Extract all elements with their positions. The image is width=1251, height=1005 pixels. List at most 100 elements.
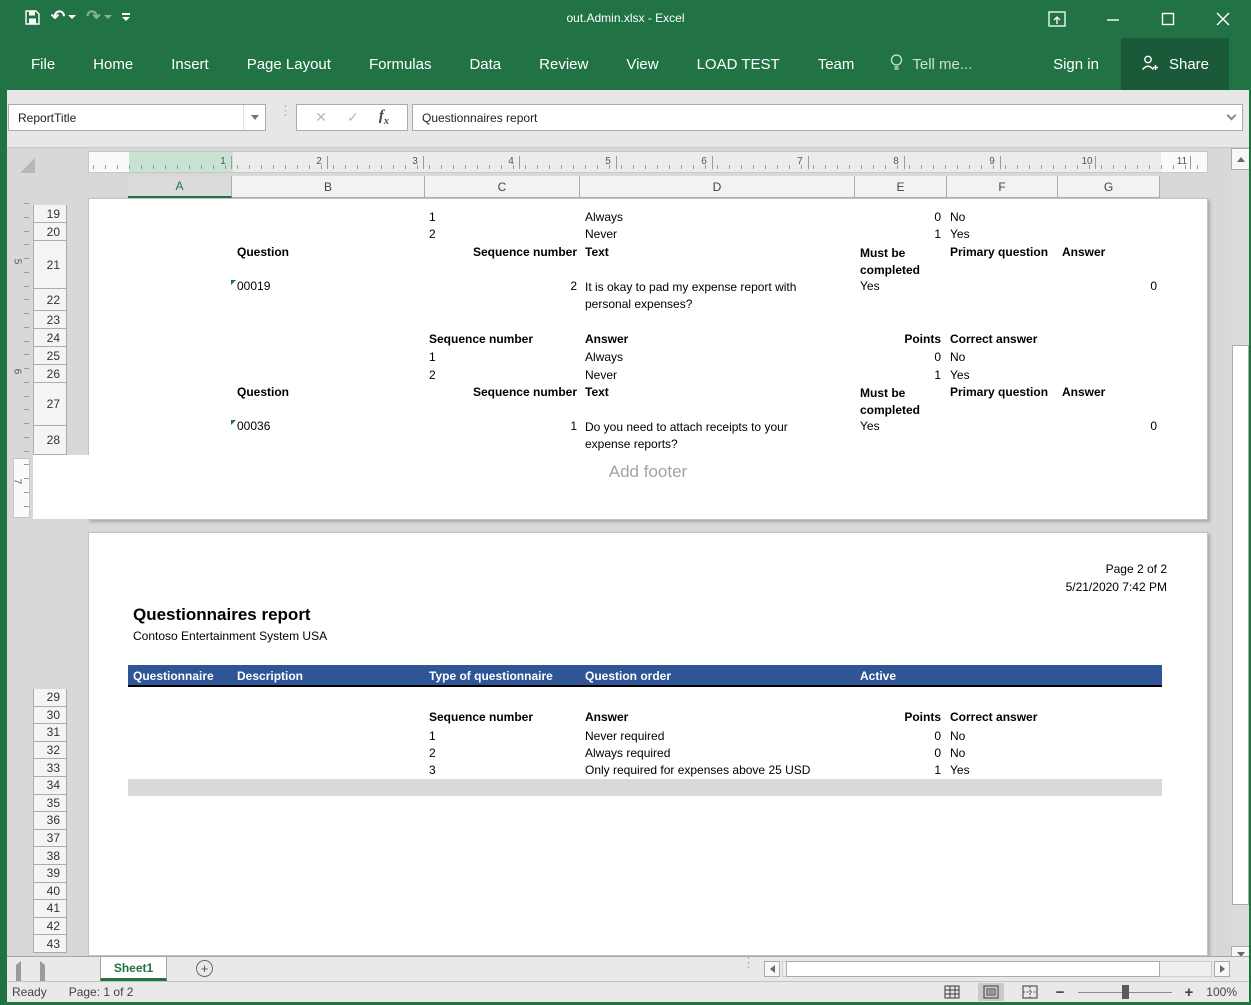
row-header-27[interactable]: 27: [33, 383, 67, 426]
page-2[interactable]: [88, 532, 1208, 956]
ribbon-tab-review[interactable]: Review: [520, 38, 607, 90]
cell[interactable]: Answer: [585, 332, 628, 347]
cell[interactable]: 1: [570, 419, 577, 434]
cell[interactable]: Correct answer: [950, 710, 1037, 725]
share-button[interactable]: Share: [1121, 38, 1229, 90]
cell[interactable]: 3: [429, 763, 436, 778]
cell[interactable]: Points: [904, 710, 941, 725]
cell[interactable]: Type of questionnaire: [429, 669, 553, 684]
vertical-scrollbar-thumb[interactable]: [1232, 345, 1249, 905]
page-break-preview-button[interactable]: [1017, 983, 1043, 1001]
cell[interactable]: Only required for expenses above 25 USD: [585, 763, 810, 778]
select-all-corner[interactable]: [20, 158, 35, 173]
cell[interactable]: Active: [860, 669, 896, 684]
save-icon[interactable]: [24, 9, 41, 26]
cell[interactable]: 2: [570, 279, 577, 294]
zoom-level[interactable]: 100%: [1206, 985, 1237, 999]
row-header-42[interactable]: 42: [33, 918, 67, 936]
ribbon-tab-home[interactable]: Home: [74, 38, 152, 90]
cell[interactable]: Text: [585, 245, 609, 260]
row-header-19[interactable]: 19: [33, 205, 67, 223]
cell[interactable]: Sequence number: [429, 332, 533, 347]
cell[interactable]: No: [950, 210, 965, 225]
name-box-value[interactable]: ReportTitle: [9, 111, 243, 125]
row-header-26[interactable]: 26: [33, 365, 67, 383]
row-header-35[interactable]: 35: [33, 795, 67, 813]
column-header-a[interactable]: A: [128, 176, 232, 198]
formula-input[interactable]: Questionnaires report: [412, 104, 1243, 131]
cell[interactable]: Yes: [950, 763, 970, 778]
cell[interactable]: Must be completed: [860, 245, 938, 279]
ribbon-tab-team[interactable]: Team: [799, 38, 874, 90]
cell[interactable]: Text: [585, 385, 609, 400]
row-header-41[interactable]: 41: [33, 900, 67, 918]
cell[interactable]: Always required: [585, 746, 670, 761]
ribbon-tab-file[interactable]: File: [12, 38, 74, 90]
cell[interactable]: Do you need to attach receipts to your e…: [585, 419, 825, 453]
undo-dropdown-icon[interactable]: [68, 15, 76, 19]
report-subtitle-cell[interactable]: Contoso Entertainment System USA: [133, 629, 327, 643]
normal-view-button[interactable]: [939, 983, 965, 1001]
zoom-in-button[interactable]: +: [1185, 985, 1194, 1000]
cell[interactable]: 0: [934, 729, 941, 744]
row-header-32[interactable]: 32: [33, 742, 67, 760]
expand-formula-bar-icon[interactable]: [1220, 116, 1242, 119]
cell[interactable]: Yes: [860, 419, 880, 434]
row-header-22[interactable]: 22: [33, 289, 67, 311]
ribbon-tab-view[interactable]: View: [607, 38, 677, 90]
insert-function-icon[interactable]: fx: [379, 108, 389, 127]
column-header-e[interactable]: E: [855, 176, 947, 198]
row-header-36[interactable]: 36: [33, 812, 67, 830]
cell[interactable]: Answer: [585, 710, 628, 725]
row-header-21[interactable]: 21: [33, 241, 67, 289]
cell[interactable]: 1: [934, 763, 941, 778]
hscroll-right-button[interactable]: [1214, 961, 1230, 977]
ribbon-tab-formulas[interactable]: Formulas: [350, 38, 451, 90]
row-header-23[interactable]: 23: [33, 311, 67, 329]
row-header-33[interactable]: 33: [33, 759, 67, 777]
column-header-d[interactable]: D: [580, 176, 855, 198]
ribbon-tab-data[interactable]: Data: [450, 38, 520, 90]
sheet-tab-sheet1[interactable]: Sheet1: [100, 957, 167, 981]
scroll-up-button[interactable]: [1231, 148, 1250, 170]
cell[interactable]: Never required: [585, 729, 664, 744]
cell[interactable]: Sequence number: [429, 710, 533, 725]
cell[interactable]: Answer: [1062, 385, 1105, 400]
row-header-30[interactable]: 30: [33, 707, 67, 725]
row-header-38[interactable]: 38: [33, 847, 67, 865]
cell[interactable]: 0: [934, 350, 941, 365]
row-header-28[interactable]: 28: [33, 426, 67, 455]
column-header-g[interactable]: G: [1058, 176, 1160, 198]
row-header-40[interactable]: 40: [33, 883, 67, 901]
cell[interactable]: Sequence number: [473, 385, 577, 400]
ribbon-tab-load-test[interactable]: LOAD TEST: [678, 38, 799, 90]
report-title-cell[interactable]: Questionnaires report: [133, 605, 311, 625]
row-header-34[interactable]: 34: [33, 777, 67, 795]
cell[interactable]: 1: [934, 368, 941, 383]
ribbon-tab-page-layout[interactable]: Page Layout: [228, 38, 350, 90]
cell[interactable]: Primary question: [950, 245, 1048, 260]
cell[interactable]: Always: [585, 350, 623, 365]
cell[interactable]: Never: [585, 368, 617, 383]
row-header-39[interactable]: 39: [33, 865, 67, 883]
timestamp-cell[interactable]: 5/21/2020 7:42 PM: [1066, 580, 1167, 594]
add-footer-placeholder[interactable]: Add footer: [558, 462, 738, 482]
row-header-43[interactable]: 43: [33, 935, 67, 953]
cell[interactable]: Points: [904, 332, 941, 347]
tell-me-box[interactable]: Tell me...: [889, 38, 972, 90]
row-header-24[interactable]: 24: [33, 329, 67, 347]
cell[interactable]: 0: [1150, 419, 1157, 434]
row-header-31[interactable]: 31: [33, 724, 67, 742]
name-box[interactable]: ReportTitle: [8, 104, 266, 131]
cell[interactable]: Yes: [950, 227, 970, 242]
cell[interactable]: Question order: [585, 669, 671, 684]
cell[interactable]: 1: [429, 729, 436, 744]
cell[interactable]: It is okay to pad my expense report with…: [585, 279, 825, 313]
row-header-25[interactable]: 25: [33, 347, 67, 365]
cell[interactable]: Always: [585, 210, 623, 225]
cell[interactable]: 00036: [237, 419, 270, 434]
cell[interactable]: Must be completed: [860, 385, 938, 419]
page-layout-view-button[interactable]: [978, 983, 1004, 1001]
cell[interactable]: 1: [934, 227, 941, 242]
cell[interactable]: 2: [429, 227, 436, 242]
